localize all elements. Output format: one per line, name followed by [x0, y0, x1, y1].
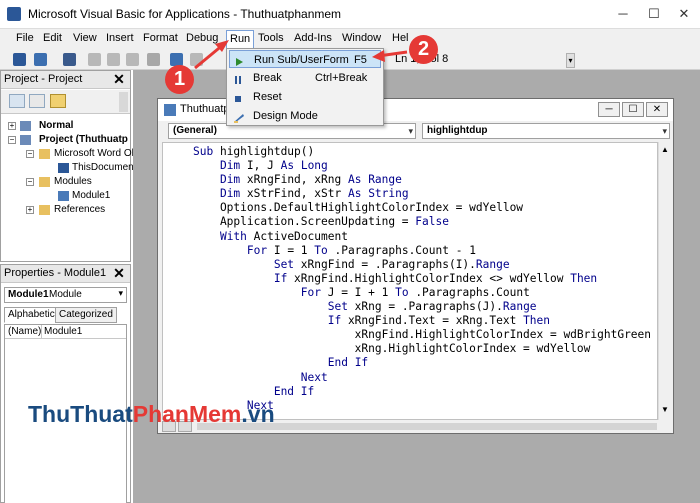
step-badge-2: 2 — [409, 35, 438, 64]
step-badge-1: 1 — [165, 65, 194, 94]
watermark-part1: ThuThuat — [28, 401, 133, 427]
watermark-part2: PhanMem — [132, 401, 242, 427]
arrow-head-2 — [372, 50, 385, 62]
watermark-part3: .vn — [241, 401, 275, 427]
watermark-logo: ThuThuatPhanMem.vn — [28, 401, 275, 428]
